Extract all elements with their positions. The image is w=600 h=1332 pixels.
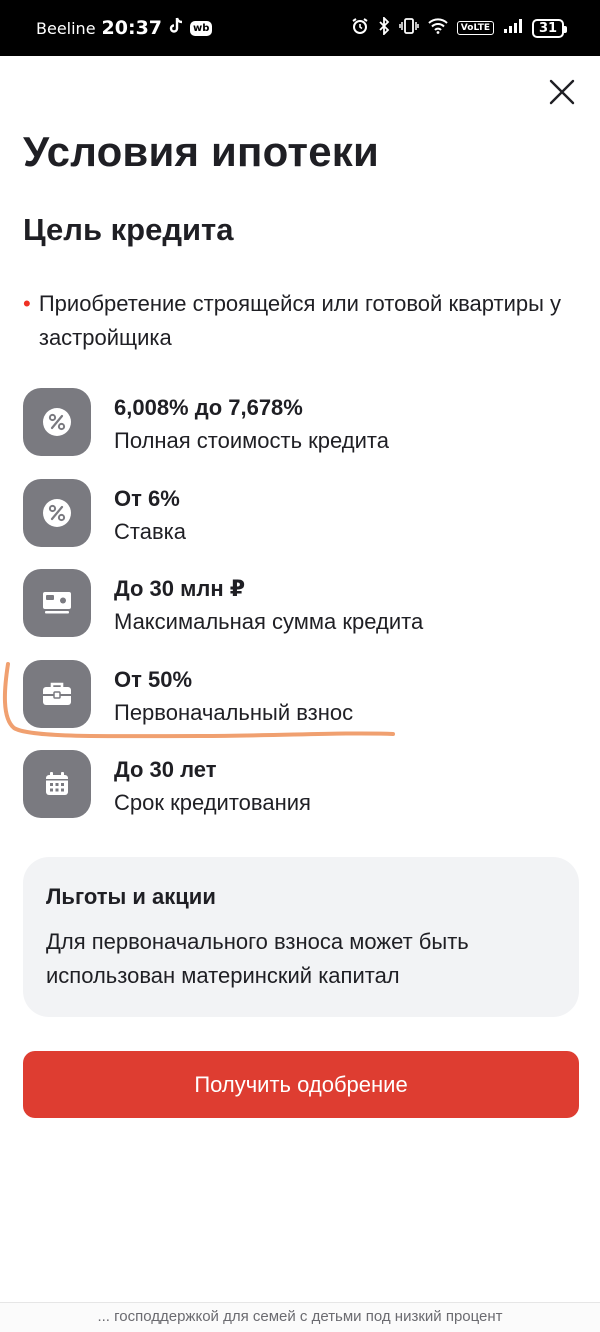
condition-value: До 30 лет <box>114 757 217 782</box>
condition-value: До 30 млн ₽ <box>114 576 246 601</box>
benefits-text: Для первоначального взноса может быть ис… <box>46 929 469 988</box>
purpose-list-item: • Приобретение строящейся или готовой кв… <box>23 287 563 355</box>
condition-label: Полная стоимость кредита <box>114 428 389 453</box>
status-bar-left: Beeline 20:37 wb <box>36 17 213 39</box>
carrier-name: Beeline <box>36 18 96 38</box>
percent-icon <box>43 499 71 527</box>
get-approval-button[interactable]: Получить одобрение <box>23 1051 579 1118</box>
condition-value: От 50% <box>114 667 193 692</box>
condition-value: 6,008% до 7,678% <box>114 395 303 420</box>
benefits-title: Льготы и акции <box>46 884 216 909</box>
condition-max-amount: До 30 млн ₽ Максимальная сумма кредита <box>23 569 423 639</box>
condition-icon-box <box>23 388 91 456</box>
purpose-text: Приобретение строящейся или готовой квар… <box>38 291 562 350</box>
bottom-hint: ... господдержкой для семей с детьми под… <box>0 1302 600 1332</box>
condition-label: Срок кредитования <box>114 790 311 815</box>
condition-icon-box <box>23 660 91 728</box>
wifi-icon <box>428 18 448 38</box>
bullet-marker: • <box>23 291 31 316</box>
calendar-icon <box>46 772 68 795</box>
condition-rate: От 6% Ставка <box>23 479 186 549</box>
condition-icon-box <box>23 750 91 818</box>
condition-full-cost: 6,008% до 7,678% Полная стоимость кредит… <box>23 388 389 458</box>
condition-label: Максимальная сумма кредита <box>114 609 424 634</box>
battery-indicator: 31 <box>532 18 567 38</box>
condition-icon-box <box>23 479 91 547</box>
status-bar: Beeline 20:37 wb VoLTE 31 <box>0 0 600 56</box>
condition-down-payment: От 50% Первоначальный взнос <box>23 660 353 730</box>
condition-term: До 30 лет Срок кредитования <box>23 750 311 820</box>
vibrate-icon <box>399 17 419 39</box>
tiktok-icon <box>168 17 184 39</box>
page-title: Условия ипотеки <box>23 128 380 175</box>
benefits-card: Льготы и акции Для первоначального взнос… <box>23 857 579 1017</box>
alarm-icon <box>351 17 369 39</box>
volte-badge: VoLTE <box>456 21 494 35</box>
close-button[interactable] <box>542 72 582 112</box>
condition-value: От 6% <box>114 486 180 511</box>
status-bar-right: VoLTE 31 <box>351 15 567 39</box>
condition-label: Ставка <box>114 519 186 544</box>
condition-label: Первоначальный взнос <box>114 700 354 725</box>
signal-icon <box>503 18 523 38</box>
bluetooth-icon <box>378 15 390 39</box>
percent-icon <box>43 408 71 436</box>
close-icon <box>549 79 575 105</box>
briefcase-icon <box>43 682 71 705</box>
section-title-purpose: Цель кредита <box>23 212 234 247</box>
money-icon <box>43 592 71 614</box>
condition-icon-box <box>23 569 91 637</box>
clock-time: 20:37 <box>101 17 163 39</box>
wildberries-badge: wb <box>190 20 213 36</box>
